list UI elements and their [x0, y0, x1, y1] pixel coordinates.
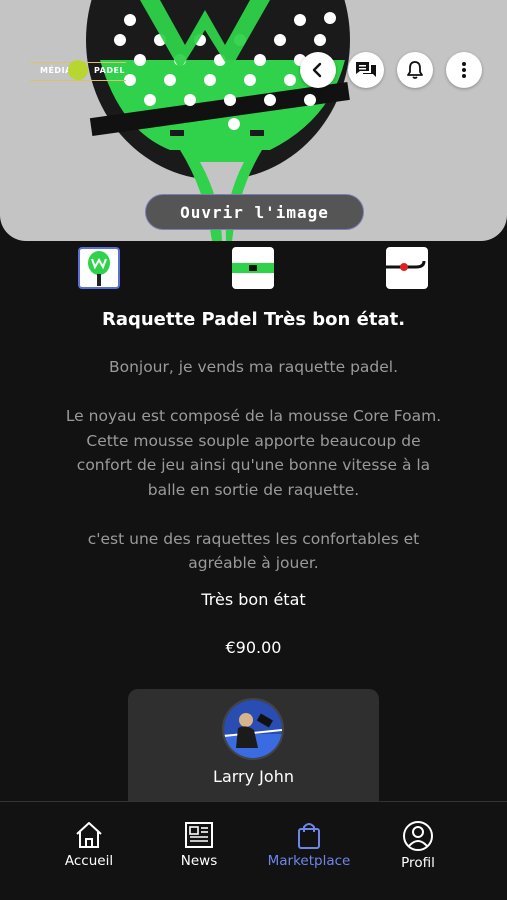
thumbnail-racket-front[interactable] [78, 247, 120, 289]
nav-label: News [180, 853, 218, 869]
description-line: confort de jeu ainsi qu'une bonne vitess… [76, 456, 431, 474]
user-circle-icon [403, 821, 433, 851]
media-padel-logo: MÉDIA PADEL [30, 58, 126, 86]
nav-label: Marketplace [267, 853, 351, 869]
bottom-navigation: Accueil News Marketplace Profil [0, 801, 507, 900]
product-title: Raquette Padel Très bon état. [101, 309, 406, 330]
avatar[interactable] [222, 698, 284, 760]
description-line [50, 502, 457, 527]
logo-left-text: MÉDIA [40, 66, 72, 75]
nav-label: Accueil [64, 853, 114, 869]
racket-thumbnail-image [88, 251, 110, 286]
seller-avatar-image [224, 700, 282, 758]
product-description: Bonjour, je vends ma raquette padel. Le … [50, 355, 457, 576]
handle-thumbnail-image [232, 263, 274, 273]
thumbnail-racket-strap[interactable] [386, 247, 428, 289]
open-image-button[interactable]: Ouvrir l'image [145, 194, 364, 230]
bell-icon [407, 61, 423, 79]
nav-item-marketplace[interactable]: Marketplace [254, 820, 364, 869]
nav-item-accueil[interactable]: Accueil [34, 820, 144, 869]
description-line [50, 380, 457, 405]
description-line: Bonjour, je vends ma raquette padel. [108, 358, 399, 376]
nav-item-news[interactable]: News [144, 820, 254, 869]
more-options-button[interactable] [446, 52, 482, 88]
nav-label: Profil [401, 855, 435, 871]
chat-button[interactable] [348, 52, 384, 88]
product-image[interactable]: MÉDIA PADEL Ouvrir l'image [0, 0, 507, 241]
notifications-button[interactable] [397, 52, 433, 88]
description-line: c'est une des raquettes les confortables… [87, 529, 420, 548]
nav-item-profil[interactable]: Profil [363, 820, 473, 871]
shopping-bag-icon [298, 823, 320, 849]
home-icon [76, 822, 102, 848]
product-price: €90.00 [225, 638, 282, 657]
strap-thumbnail-image [386, 260, 426, 271]
product-condition: Très bon état [201, 590, 306, 609]
chevron-left-icon [312, 62, 322, 78]
description-line: agréable à jouer. [188, 554, 319, 572]
seller-name: Larry John [213, 767, 294, 786]
description-line: balle en sortie de raquette. [147, 480, 360, 499]
description-line: Le noyau est composé de la mousse Core F… [65, 407, 442, 425]
vertical-dots-icon [462, 62, 466, 78]
seller-card[interactable]: Larry John [128, 689, 379, 814]
tennis-ball-icon [68, 60, 88, 80]
chat-icon [356, 62, 376, 77]
back-button[interactable] [300, 52, 336, 88]
newspaper-icon [185, 822, 213, 848]
logo-right-text: PADEL [94, 66, 126, 75]
thumbnail-racket-handle[interactable] [232, 247, 274, 289]
description-line: Cette mousse souple apporte beaucoup de [86, 431, 421, 450]
